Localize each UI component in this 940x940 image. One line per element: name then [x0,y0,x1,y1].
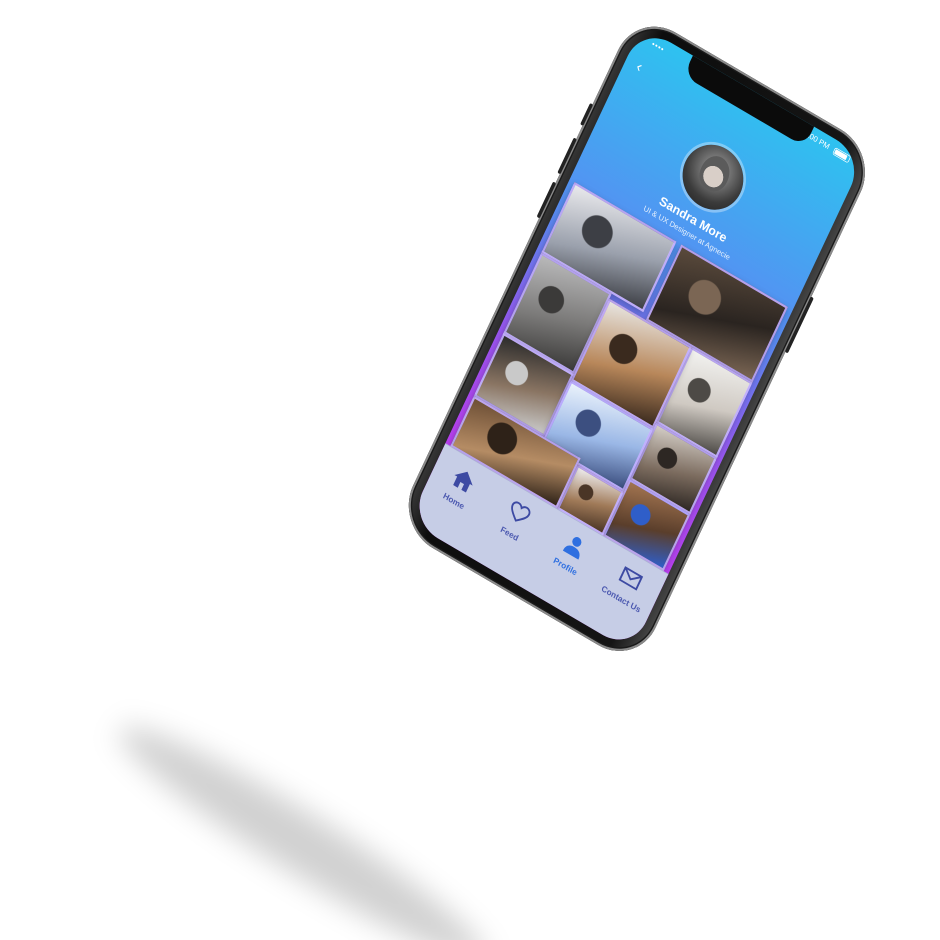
camera-notch [683,54,815,147]
status-carrier: •••• [650,39,666,55]
back-button[interactable]: ‹ [633,57,646,76]
smartphone-device: •••• 1:00 PM ‹ Sandra More UI & UX Desig… [394,10,880,668]
heart-icon [511,501,531,522]
mail-icon [618,566,644,591]
phone-shadow [104,704,501,940]
person-icon [562,537,582,560]
home-icon [453,471,473,493]
product-mockup-scene: •••• 1:00 PM ‹ Sandra More UI & UX Desig… [0,0,940,940]
app-screen: •••• 1:00 PM ‹ Sandra More UI & UX Desig… [408,25,866,652]
